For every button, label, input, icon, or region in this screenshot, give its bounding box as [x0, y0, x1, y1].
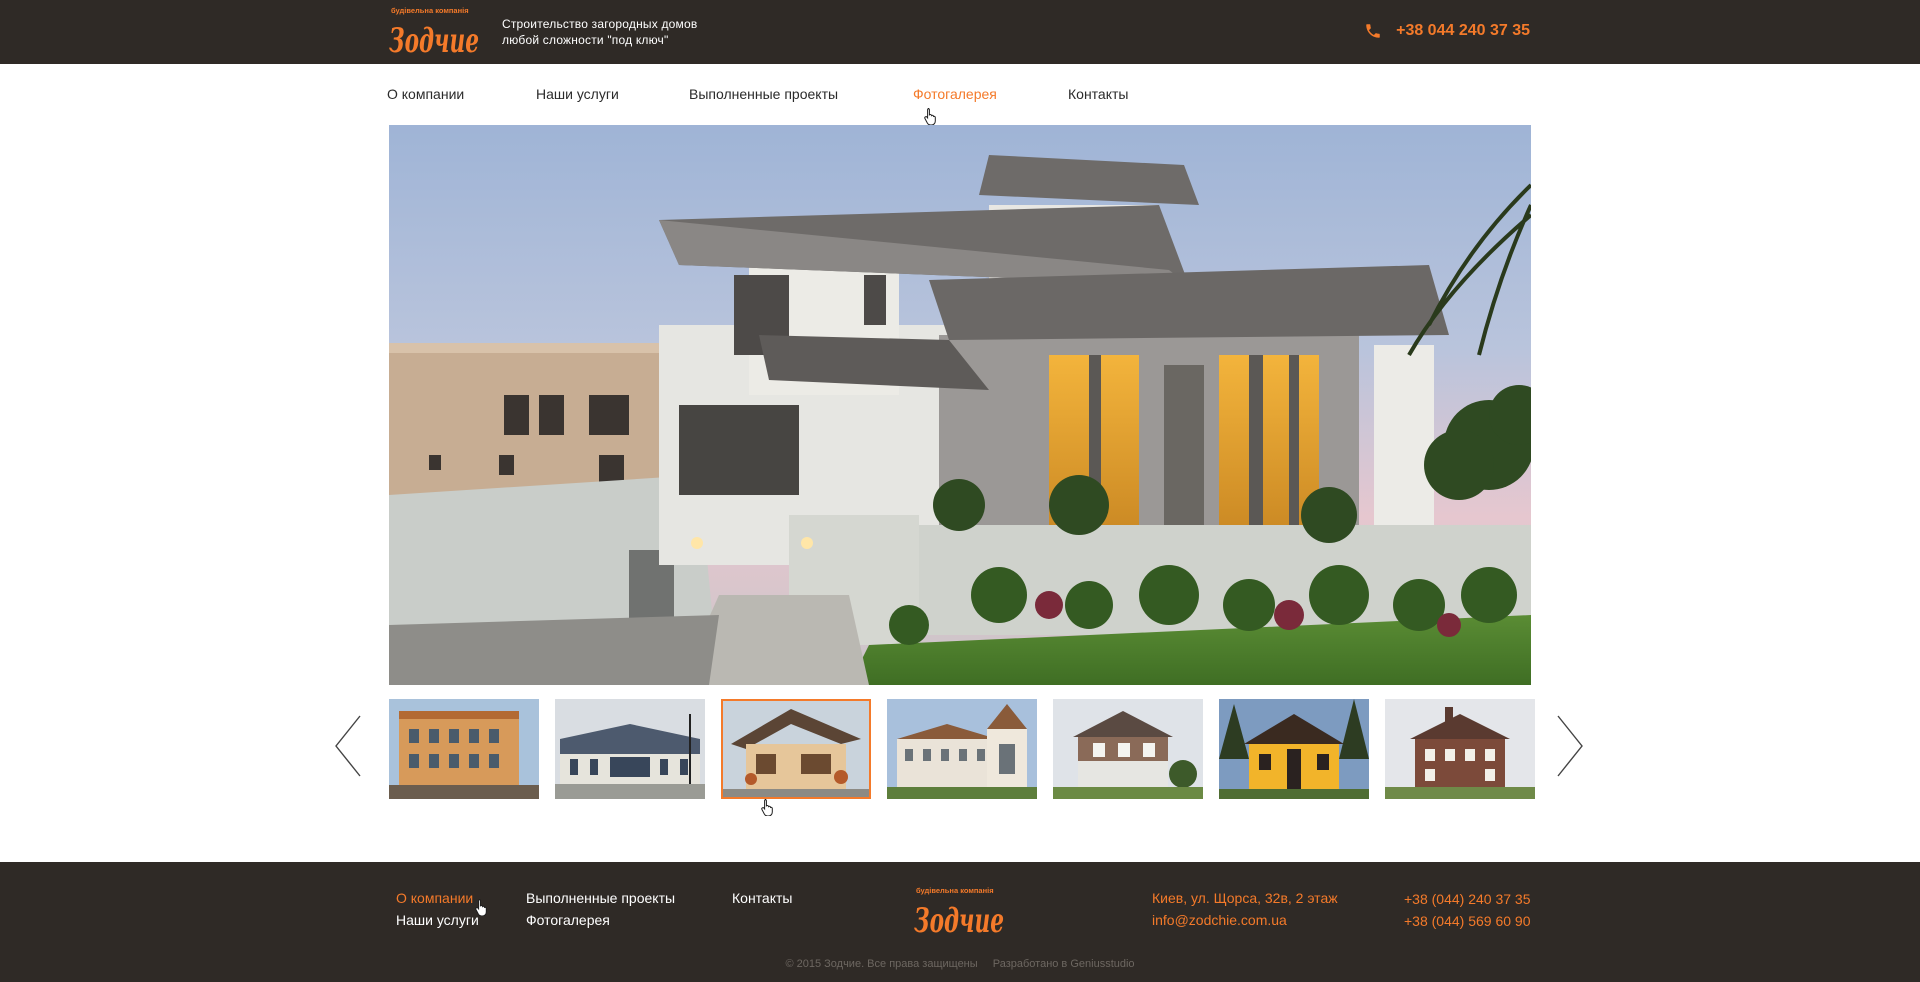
logo-small-text: будівельна компанія: [391, 6, 469, 15]
thumbnail-6[interactable]: [1219, 699, 1369, 799]
footer-link-services[interactable]: Наши услуги: [396, 912, 479, 928]
chevron-right-icon[interactable]: [1556, 714, 1584, 778]
footer-copyright: © 2015 Зодчие. Все права защищены Разраб…: [0, 958, 1920, 970]
tagline-line-2: любой сложности "под ключ": [502, 33, 669, 47]
copyright-text: © 2015 Зодчие. Все права защищены: [785, 958, 978, 970]
footer-phone-1[interactable]: +38 (044) 240 37 35: [1404, 891, 1531, 907]
nav-projects[interactable]: Выполненные проекты: [689, 86, 838, 102]
gallery-thumbnail-strip: [389, 699, 1535, 799]
nav-about[interactable]: О компании: [387, 86, 464, 102]
hand-cursor-icon: [924, 108, 936, 125]
nav-gallery[interactable]: Фотогалерея: [913, 86, 997, 102]
thumbnail-3[interactable]: [721, 699, 871, 799]
site-footer: О компании Наши услуги Выполненные проек…: [0, 862, 1920, 982]
developer-credit[interactable]: Разработано в Geniusstudio: [993, 958, 1135, 970]
company-tagline: Строительство загородных домов любой сло…: [502, 16, 697, 48]
logo-main-text: Зодчие: [389, 21, 479, 60]
chevron-left-icon[interactable]: [334, 714, 362, 778]
company-logo[interactable]: будівельна компанія Зодчие: [389, 4, 481, 60]
thumbnail-2[interactable]: [555, 699, 705, 799]
thumbnail-4[interactable]: [887, 699, 1037, 799]
header-phone[interactable]: +38 044 240 37 35: [1364, 22, 1530, 40]
gallery-main-photo: [389, 125, 1531, 685]
house-photo-image: [389, 125, 1531, 685]
footer-phone-2[interactable]: +38 (044) 569 60 90: [1404, 913, 1531, 929]
footer-logo-main-text: Зодчие: [914, 901, 1004, 940]
footer-link-projects[interactable]: Выполненные проекты: [526, 890, 675, 906]
footer-link-about[interactable]: О компании: [396, 890, 473, 906]
top-header-bar: будівельна компанія Зодчие Строительство…: [0, 0, 1920, 64]
nav-contacts[interactable]: Контакты: [1068, 86, 1128, 102]
hand-cursor-icon: [761, 799, 773, 816]
tagline-line-1: Строительство загородных домов: [502, 17, 698, 31]
thumbnail-5[interactable]: [1053, 699, 1203, 799]
footer-link-contacts[interactable]: Контакты: [732, 890, 792, 906]
phone-icon: [1366, 24, 1380, 38]
thumbnail-1[interactable]: [389, 699, 539, 799]
footer-link-gallery[interactable]: Фотогалерея: [526, 912, 610, 928]
footer-logo-small-text: будівельна компанія: [916, 886, 994, 895]
footer-address: Киев, ул. Щорса, 32в, 2 этаж: [1152, 890, 1338, 906]
nav-services[interactable]: Наши услуги: [536, 86, 619, 102]
header-phone-number[interactable]: +38 044 240 37 35: [1396, 22, 1530, 40]
thumbnail-7[interactable]: [1385, 699, 1535, 799]
footer-logo[interactable]: будівельна компанія Зодчие: [914, 884, 1006, 940]
footer-email[interactable]: info@zodchie.com.ua: [1152, 912, 1287, 928]
